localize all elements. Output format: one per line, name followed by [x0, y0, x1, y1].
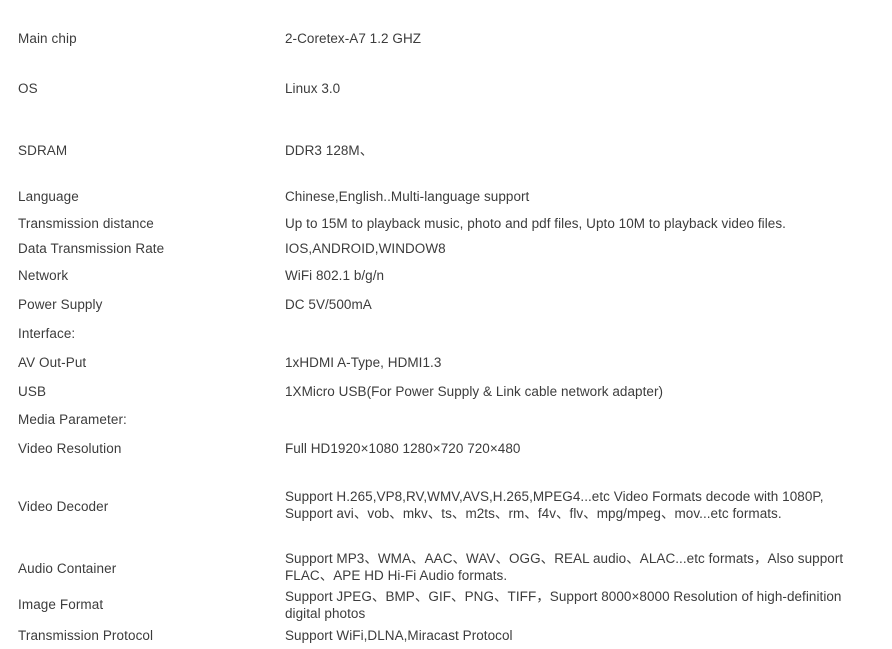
spec-value: Support H.265,VP8,RV,WMV,AVS,H.265,MPEG4…	[285, 488, 885, 522]
spec-label: USB	[18, 384, 47, 399]
spec-value-line: Support MP3、WMA、AAC、WAV、OGG、REAL audio、A…	[285, 551, 844, 566]
spec-value: Linux 3.0	[285, 80, 885, 97]
spec-value: Support MP3、WMA、AAC、WAV、OGG、REAL audio、A…	[285, 550, 885, 584]
spec-label: Language	[18, 189, 79, 204]
spec-value-line: FLAC、APE HD Hi-Fi Audio formats.	[285, 568, 508, 583]
spec-value-line: Support avi、vob、mkv、ts、m2ts、rm、f4v、flv、m…	[285, 506, 782, 521]
spec-value-line: DDR3 128M、	[285, 143, 374, 158]
spec-value: 1xHDMI A-Type, HDMI1.3	[285, 354, 885, 371]
spec-value-line: 1XMicro USB(For Power Supply & Link cabl…	[285, 384, 664, 399]
spec-value-line: Full HD1920×1080 1280×720 720×480	[285, 441, 521, 456]
spec-value: Chinese,English..Multi-language support	[285, 188, 885, 205]
spec-label: Audio Container	[18, 561, 117, 576]
spec-label: Transmission Protocol	[18, 628, 154, 643]
spec-label: Media Parameter:	[18, 412, 127, 427]
spec-value-line: Up to 15M to playback music, photo and p…	[285, 216, 786, 231]
spec-value-line: digital photos	[285, 606, 366, 621]
spec-value: Full HD1920×1080 1280×720 720×480	[285, 440, 885, 457]
spec-value: 1XMicro USB(For Power Supply & Link cabl…	[285, 383, 885, 400]
spec-label: Network	[18, 268, 69, 283]
spec-value: DDR3 128M、	[285, 142, 885, 159]
spec-value: WiFi 802.1 b/g/n	[285, 267, 885, 284]
spec-value-line: DC 5V/500mA	[285, 297, 372, 312]
spec-value-line: Support JPEG、BMP、GIF、PNG、TIFF，Support 80…	[285, 589, 842, 604]
spec-value: 2-Coretex-A7 1.2 GHZ	[285, 30, 885, 47]
specification-sheet: Main chip 2-Coretex-A7 1.2 GHZ OS Linux 3.0…	[0, 0, 892, 649]
spec-label: SDRAM	[18, 143, 68, 158]
spec-label: Video Decoder	[18, 499, 109, 514]
spec-value: Up to 15M to playback music, photo and p…	[285, 215, 885, 232]
spec-label: Transmission distance	[18, 216, 154, 231]
spec-value-line: 2-Coretex-A7 1.2 GHZ	[285, 31, 422, 46]
clipped-bottom-row	[18, 645, 318, 649]
spec-label: Image Format	[18, 597, 104, 612]
spec-label: Main chip	[18, 31, 77, 46]
spec-value: IOS,ANDROID,WINDOW8	[285, 240, 885, 257]
spec-label: Video Resolution	[18, 441, 122, 456]
spec-value: Support JPEG、BMP、GIF、PNG、TIFF，Support 80…	[285, 588, 885, 622]
spec-label: OS	[18, 81, 38, 96]
spec-value-line: 1xHDMI A-Type, HDMI1.3	[285, 355, 442, 370]
spec-value-line: WiFi 802.1 b/g/n	[285, 268, 385, 283]
spec-value: Support WiFi,DLNA,Miracast Protocol	[285, 627, 885, 644]
spec-value-line: Linux 3.0	[285, 81, 341, 96]
spec-label: Interface:	[18, 326, 76, 341]
spec-label: Power Supply	[18, 297, 103, 312]
spec-label: AV Out-Put	[18, 355, 87, 370]
spec-value-line: Support H.265,VP8,RV,WMV,AVS,H.265,MPEG4…	[285, 489, 824, 504]
spec-value-line: Support WiFi,DLNA,Miracast Protocol	[285, 628, 513, 643]
spec-value: DC 5V/500mA	[285, 296, 885, 313]
spec-value-line: IOS,ANDROID,WINDOW8	[285, 241, 446, 256]
spec-label: Data Transmission Rate	[18, 241, 165, 256]
spec-value-line: Chinese,English..Multi-language support	[285, 189, 530, 204]
